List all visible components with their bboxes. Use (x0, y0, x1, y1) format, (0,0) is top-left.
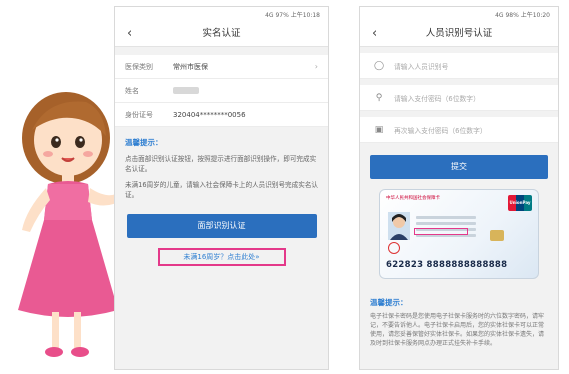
input-placeholder: 请输入人员识别号 (394, 62, 449, 71)
face-recognition-button[interactable]: 面部识别认证 (126, 214, 317, 238)
row-insurance-type[interactable]: 医保类别 常州市医保 › (115, 55, 328, 79)
input-placeholder: 请输入支付密码（6位数字） (394, 94, 480, 103)
pay-password-input[interactable]: ⚲ 请输入支付密码（6位数字） (360, 85, 558, 111)
nav-bar: ‹ 人员识别号认证 (360, 21, 558, 47)
social-security-card-image: 中华人民共和国社会保障卡 UnionPay 622823 88888888888… (379, 189, 539, 279)
chevron-right-icon: › (314, 62, 318, 71)
row-label: 医保类别 (125, 62, 153, 71)
confirm-password-input[interactable]: ▣ 再次输入支付密码（6位数字） (360, 117, 558, 143)
person-id-input[interactable]: ◯ 请输入人员识别号 (360, 53, 558, 79)
row-id-number: 身份证号 320404********0056 (115, 103, 328, 127)
row-label: 姓名 (125, 86, 139, 95)
row-value: 320404********0056 (173, 110, 246, 119)
card-chip (490, 230, 504, 241)
info-rows: 医保类别 常州市医保 › 姓名 身份证号 320404********0056 (115, 55, 328, 127)
page-title: 人员识别号认证 (425, 28, 493, 39)
under-16-link[interactable]: 未满16周岁？点击此处» (157, 248, 286, 266)
key-icon: ⚲ (375, 92, 383, 103)
nav-bar: ‹ 实名认证 (115, 21, 328, 47)
submit-button[interactable]: 提交 (370, 155, 548, 179)
lock-icon: ▣ (374, 124, 384, 135)
user-icon: ◯ (373, 60, 385, 71)
tip-text: 未满16周岁的儿童，请输入社会保障卡上的人员识别号完成实名认证。 (125, 181, 319, 199)
phone-real-name-auth: 4G 97% 上午10:18 ‹ 实名认证 医保类别 常州市医保 › 姓名 身份… (114, 6, 329, 370)
back-icon[interactable]: ‹ (127, 21, 132, 47)
row-value (173, 87, 318, 95)
row-value: 常州市医保 (173, 62, 208, 71)
row-label: 身份证号 (125, 110, 153, 119)
card-number: 622823 8888888888888 (386, 260, 508, 270)
tip-text: 点击面部识别认证按钮，按照提示进行面部识别操作，即可完成实名认证。 (125, 155, 317, 173)
girl-illustration (18, 92, 122, 357)
tip-text: 电子社保卡密码是您使用电子社保卡服务时的六位数字密码，请牢记，不要告诉他人。电子… (370, 313, 545, 347)
card-header: 中华人民共和国社会保障卡 (386, 196, 440, 201)
row-name: 姓名 (115, 79, 328, 103)
status-bar: 4G 98% 上午10:20 (360, 7, 558, 21)
back-icon[interactable]: ‹ (372, 21, 377, 47)
page-title: 实名认证 (202, 28, 241, 39)
tips-title: 温馨提示： (125, 138, 163, 147)
status-bar: 4G 97% 上午10:18 (115, 7, 328, 21)
phone-id-number-auth: 4G 98% 上午10:20 ‹ 人员识别号认证 ◯ 请输入人员识别号 ⚲ 请输… (359, 6, 559, 370)
masked-name (173, 87, 199, 94)
input-placeholder: 再次输入支付密码（6位数字） (394, 126, 487, 135)
unionpay-logo: UnionPay (508, 195, 532, 211)
person-id-highlight (414, 228, 468, 235)
card-seal (388, 242, 400, 254)
tips-title: 温馨提示： (370, 298, 408, 307)
card-photo (388, 212, 410, 240)
